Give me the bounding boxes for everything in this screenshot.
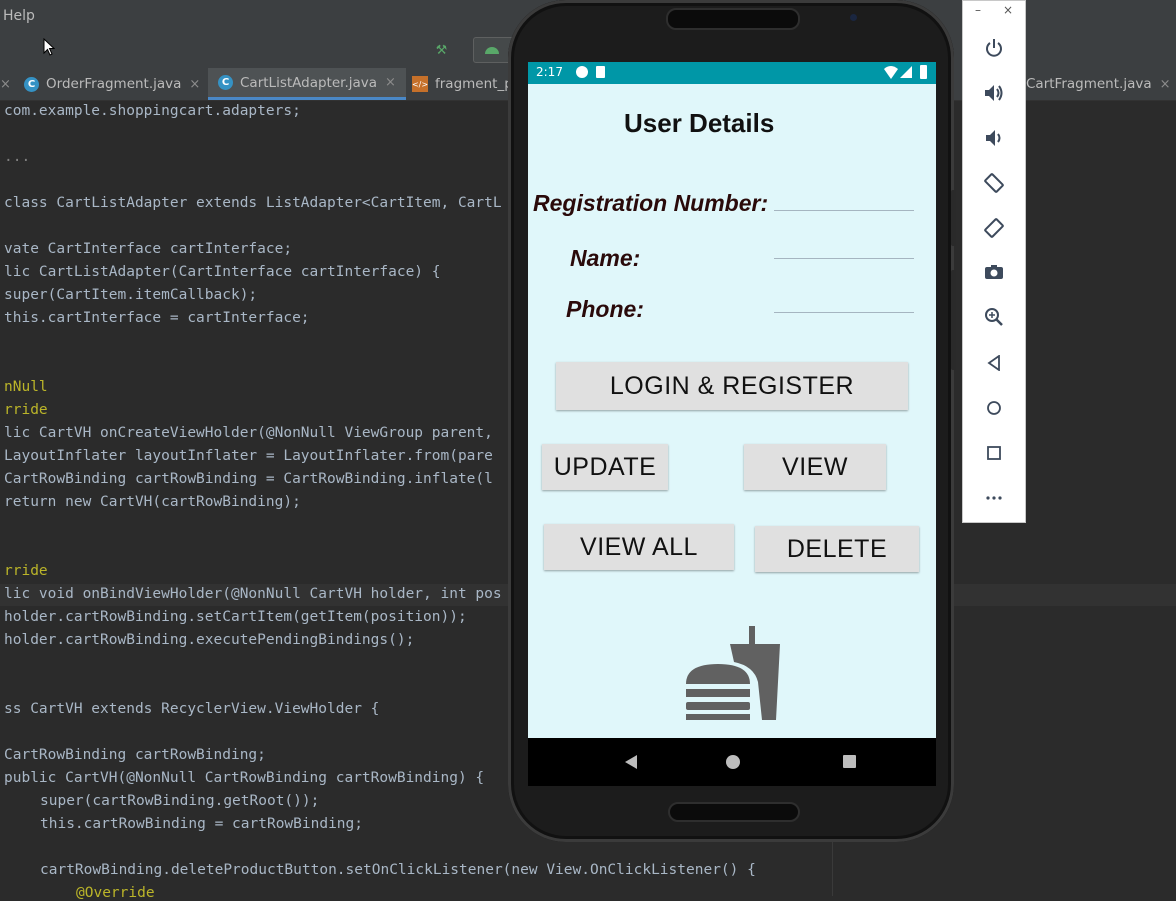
code-line: super(cartRowBinding.getRoot()); — [40, 793, 320, 809]
home-icon[interactable] — [979, 393, 1009, 423]
code-line: rride — [4, 563, 48, 579]
code-line: @Override — [76, 885, 155, 901]
code-line: lic void onBindViewHolder(@NonNull CartV… — [4, 586, 502, 602]
code-line: class CartListAdapter extends ListAdapte… — [4, 195, 502, 211]
code-line: this.cartInterface = cartInterface; — [4, 310, 310, 326]
tab-partial-close[interactable]: × — [0, 68, 11, 100]
back-icon[interactable] — [979, 348, 1009, 378]
tab-cart-fragment[interactable]: CartFragment.java × — [1026, 68, 1171, 100]
code-line: com.example.shoppingcart.adapters; — [4, 103, 301, 119]
nav-home-icon[interactable] — [726, 755, 740, 769]
page-title: User Details — [624, 108, 775, 138]
code-line: this.cartRowBinding = cartRowBinding; — [40, 816, 364, 832]
tab-fragment-layout[interactable]: </> fragment_p — [412, 68, 513, 100]
code-line: CartRowBinding cartRowBinding = CartRowB… — [4, 471, 493, 487]
tab-label: CartFragment.java — [1026, 76, 1152, 92]
close-icon[interactable]: × — [1160, 77, 1171, 92]
code-line: rride — [4, 402, 48, 418]
sd-card-icon — [596, 66, 605, 78]
tab-label: OrderFragment.java — [46, 76, 182, 92]
status-bar: 2:17 — [528, 62, 936, 84]
more-icon[interactable] — [979, 483, 1009, 513]
battery-icon — [920, 65, 927, 79]
name-label: Name: — [570, 245, 641, 271]
close-icon[interactable]: × — [0, 77, 11, 92]
code-line: CartRowBinding cartRowBinding; — [4, 747, 266, 763]
camera-icon[interactable] — [979, 257, 1009, 287]
rotate-right-icon[interactable] — [979, 213, 1009, 243]
power-side-button[interactable] — [951, 190, 956, 246]
update-button[interactable]: UPDATE — [542, 444, 668, 490]
tab-label: CartListAdapter.java — [240, 74, 378, 91]
android-icon — [485, 47, 499, 54]
view-all-button[interactable]: VIEW ALL — [544, 524, 734, 570]
rotate-left-icon[interactable] — [979, 168, 1009, 198]
code-line: super(CartItem.itemCallback); — [4, 287, 258, 303]
code-line: return new CartVH(cartRowBinding); — [4, 494, 301, 510]
phone-emulator: 2:17 User Details Registration Number: N… — [508, 0, 956, 842]
minimize-button[interactable]: – — [975, 3, 981, 17]
code-line: nNull — [4, 379, 48, 395]
notification-icon — [576, 66, 588, 78]
build-hammer-icon[interactable]: ⚒ — [436, 38, 447, 59]
view-button[interactable]: VIEW — [744, 444, 886, 490]
status-time: 2:17 — [536, 65, 563, 79]
close-icon[interactable]: × — [189, 77, 200, 92]
volume-side-button[interactable] — [951, 270, 956, 370]
registration-input[interactable] — [774, 210, 914, 211]
login-register-button[interactable]: LOGIN & REGISTER — [556, 362, 908, 410]
code-line: LayoutInflater layoutInflater = LayoutIn… — [4, 448, 493, 464]
code-line: holder.cartRowBinding.executePendingBind… — [4, 632, 415, 648]
volume-up-icon[interactable] — [979, 78, 1009, 108]
code-line: lic CartListAdapter(CartInterface cartIn… — [4, 264, 441, 280]
mouse-cursor-icon — [43, 38, 55, 56]
code-line: lic CartVH onCreateViewHolder(@NonNull V… — [4, 425, 493, 441]
code-line: holder.cartRowBinding.setCartItem(getIte… — [4, 609, 467, 625]
phone-screen[interactable]: 2:17 User Details Registration Number: N… — [528, 62, 936, 738]
top-speaker — [666, 8, 800, 30]
java-class-icon: C — [24, 76, 39, 92]
nav-recents-icon[interactable] — [843, 755, 856, 768]
code-line: public CartVH(@NonNull CartRowBinding ca… — [4, 770, 485, 786]
front-camera — [850, 14, 857, 21]
delete-button[interactable]: DELETE — [755, 526, 919, 572]
emulator-control-panel: – × — [962, 0, 1026, 523]
tab-order-fragment[interactable]: C OrderFragment.java × — [24, 68, 200, 100]
volume-down-icon[interactable] — [979, 123, 1009, 153]
power-icon[interactable] — [979, 33, 1009, 63]
overview-icon[interactable] — [979, 438, 1009, 468]
close-icon[interactable]: × — [385, 75, 396, 90]
code-line: ... — [4, 149, 31, 165]
user-details-app: User Details Registration Number: Name: … — [528, 84, 936, 738]
code-line: ss CartVH extends RecyclerView.ViewHolde… — [4, 701, 380, 717]
phone-label: Phone: — [566, 296, 644, 322]
tab-cart-list-adapter[interactable]: C CartListAdapter.java × — [208, 68, 406, 100]
fastfood-icon — [686, 626, 780, 720]
registration-label: Registration Number: — [533, 190, 769, 216]
wifi-icon — [884, 66, 898, 79]
code-line: cartRowBinding.deleteProductButton.setOn… — [40, 862, 756, 878]
signal-icon — [900, 66, 912, 78]
close-button[interactable]: × — [1003, 3, 1013, 17]
phone-input[interactable] — [774, 312, 914, 313]
code-line: vate CartInterface cartInterface; — [4, 241, 293, 257]
java-class-icon: C — [218, 75, 233, 90]
zoom-icon[interactable] — [979, 302, 1009, 332]
nav-back-icon[interactable] — [625, 755, 637, 769]
name-input[interactable] — [774, 258, 914, 259]
tab-label: fragment_p — [435, 76, 513, 92]
android-nav-bar — [528, 738, 936, 786]
bottom-speaker — [668, 802, 800, 822]
menu-help[interactable]: Help — [3, 8, 35, 24]
xml-layout-icon: </> — [412, 76, 428, 92]
